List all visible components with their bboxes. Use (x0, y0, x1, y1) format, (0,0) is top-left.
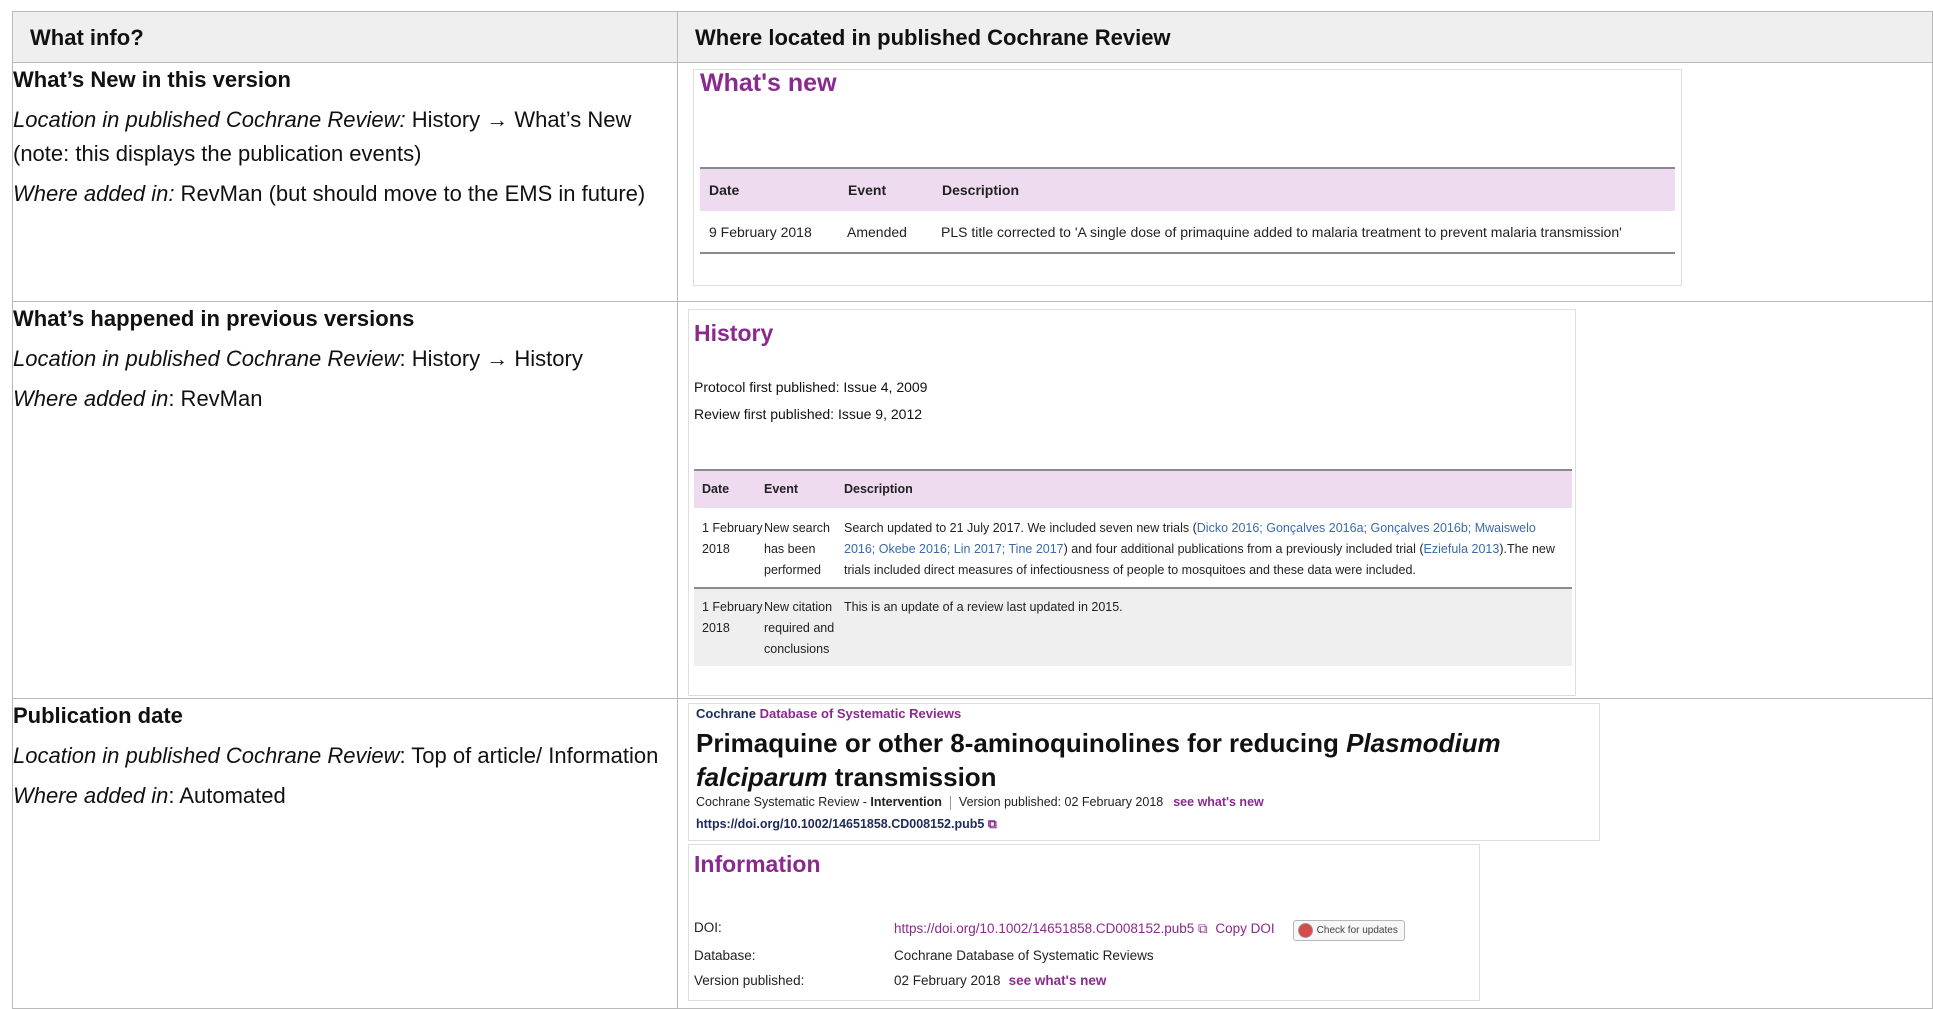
article-title: Primaquine or other 8-aminoquinolines fo… (696, 726, 1596, 794)
journal-line: Cochrane Database of Systematic Reviews (696, 706, 961, 721)
copy-doi-link[interactable]: Copy DOI (1215, 921, 1274, 936)
row-description-cell: What’s New in this version Location in p… (12, 62, 678, 302)
col-date-header: Date (700, 167, 847, 211)
history-description: This is an update of a review last updat… (844, 588, 1572, 666)
added-in-label: Where added in (13, 386, 169, 411)
event-description: PLS title corrected to 'A single dose of… (941, 211, 1675, 254)
events-header-row: Date Event Description (694, 469, 1572, 508)
database-name: Database of Systematic Reviews (755, 706, 962, 721)
cochrane-brand: Cochrane (696, 706, 756, 721)
history-description: Search updated to 21 July 2017. We inclu… (844, 508, 1572, 589)
location-value: : Top of article/ Information (399, 743, 659, 768)
history-event: New search has been performed (764, 508, 844, 589)
row-title: What’s happened in previous versions (13, 306, 415, 331)
event-row: 9 February 2018 Amended PLS title correc… (700, 211, 1675, 254)
article-header-snapshot: Cochrane Database of Systematic Reviews … (688, 703, 1600, 841)
row-title: Publication date (13, 703, 183, 728)
information-snapshot: Information DOI: https://doi.org/10.1002… (688, 844, 1480, 1001)
col-event-header: Event (764, 469, 844, 508)
doi-row: https://doi.org/10.1002/14651858.CD00815… (894, 920, 1405, 941)
table-header-row: What info? Where located in published Co… (12, 11, 1933, 63)
table-row: Publication date Location in published C… (12, 698, 1933, 1009)
added-in-text: Where added in: RevMan (13, 382, 677, 416)
location-text: Location in published Cochrane Review: H… (13, 342, 677, 376)
whats-new-events-table: Date Event Description 9 February 2018 A… (700, 167, 1675, 254)
col-event-header: Event (847, 167, 941, 211)
history-row: 1 February 2018 New search has been perf… (694, 508, 1572, 589)
location-text: Location in published Cochrane Review: H… (13, 103, 677, 171)
version-value: 02 February 2018 (894, 973, 1001, 988)
header-cell: What info? (12, 11, 678, 63)
col-date-header: Date (694, 469, 764, 508)
location-label: Location in published Cochrane Review (13, 346, 400, 371)
added-in-value: RevMan (but should move to the EMS in fu… (174, 181, 646, 206)
table-row: What’s New in this version Location in p… (12, 62, 1933, 302)
added-in-label: Where added in: (13, 181, 175, 206)
added-in-label: Where added in (13, 783, 169, 808)
added-in-value: : RevMan (168, 386, 263, 411)
description-text: Search updated to 21 July 2017. We inclu… (844, 521, 1197, 535)
history-heading: History (694, 320, 774, 346)
check-for-updates-button[interactable]: Check for updates (1292, 920, 1405, 941)
review-type-bold: Intervention (870, 795, 942, 809)
history-row: 1 February 2018 New citation required an… (694, 588, 1572, 666)
information-heading: Information (694, 851, 821, 877)
location-label: Location in published Cochrane Review: (13, 107, 406, 132)
version-row: 02 February 2018 see what's new (894, 973, 1106, 988)
whats-new-heading: What's new (700, 69, 837, 97)
title-text: Primaquine or other 8-aminoquinolines fo… (696, 728, 1347, 758)
table-row: What’s happened in previous versions Loc… (12, 301, 1933, 699)
event-date: 9 February 2018 (700, 211, 847, 254)
review-type: Cochrane Systematic Review - (696, 795, 871, 809)
row-description-cell: Publication date Location in published C… (12, 698, 678, 1009)
location-label: Location in published Cochrane Review (13, 743, 400, 768)
added-in-value: : Automated (168, 783, 286, 808)
separator (949, 795, 951, 810)
article-doi-link[interactable]: https://doi.org/10.1002/14651858.CD00815… (696, 817, 984, 831)
history-date: 1 February 2018 (694, 508, 764, 589)
added-in-text: Where added in: Automated (13, 779, 677, 813)
location-text: Location in published Cochrane Review: T… (13, 739, 677, 773)
col-description-header: Description (844, 469, 1572, 508)
review-first-published: Review first published: Issue 9, 2012 (694, 406, 923, 422)
header-what-info: What info? (30, 25, 144, 50)
article-meta: Cochrane Systematic Review - Interventio… (696, 795, 1264, 810)
whats-new-snapshot: What's new Date Event Description 9 Febr… (693, 69, 1682, 286)
header-cell: Where located in published Cochrane Revi… (677, 11, 1933, 63)
crossmark-icon (1297, 923, 1313, 938)
history-date: 1 February 2018 (694, 588, 764, 666)
external-link-icon[interactable]: ⧉ (988, 817, 997, 831)
doi-line: https://doi.org/10.1002/14651858.CD00815… (696, 817, 997, 832)
history-snapshot: History Protocol first published: Issue … (688, 309, 1576, 696)
screenshot-cell: What's new Date Event Description 9 Febr… (677, 62, 1933, 302)
title-text: transmission (827, 762, 997, 792)
screenshot-cell: History Protocol first published: Issue … (677, 301, 1933, 699)
row-description-cell: What’s happened in previous versions Loc… (12, 301, 678, 699)
row-title: What’s New in this version (13, 67, 291, 92)
added-in-text: Where added in: RevMan (but should move … (13, 177, 677, 211)
database-label: Database: (694, 948, 756, 963)
see-whats-new-link[interactable]: see what's new (1173, 795, 1264, 809)
description-text: ) and four additional publications from … (1063, 542, 1424, 556)
history-events-table: Date Event Description 1 February 2018 N… (694, 469, 1572, 666)
see-whats-new-link[interactable]: see what's new (1009, 973, 1107, 988)
check-for-updates-label: Check for updates (1316, 925, 1398, 937)
eziefula-link[interactable]: Eziefula 2013 (1424, 542, 1500, 556)
version-label: Version published: (694, 973, 805, 988)
header-where-located: Where located in published Cochrane Revi… (695, 25, 1171, 50)
info-location-table: What info? Where located in published Co… (12, 11, 1933, 1009)
version-published: Version published: 02 February 2018 (958, 795, 1164, 809)
protocol-first-published: Protocol first published: Issue 4, 2009 (694, 379, 928, 395)
screenshot-cell: Cochrane Database of Systematic Reviews … (677, 698, 1933, 1009)
events-header-row: Date Event Description (700, 167, 1675, 211)
database-value: Cochrane Database of Systematic Reviews (894, 948, 1154, 963)
col-description-header: Description (941, 167, 1675, 211)
event-type: Amended (847, 211, 941, 254)
doi-label: DOI: (694, 920, 722, 935)
location-value: : History → History (399, 346, 583, 371)
doi-link[interactable]: https://doi.org/10.1002/14651858.CD00815… (894, 921, 1194, 936)
external-link-icon[interactable]: ⧉ (1194, 921, 1211, 936)
history-event: New citation required and conclusions (764, 588, 844, 666)
